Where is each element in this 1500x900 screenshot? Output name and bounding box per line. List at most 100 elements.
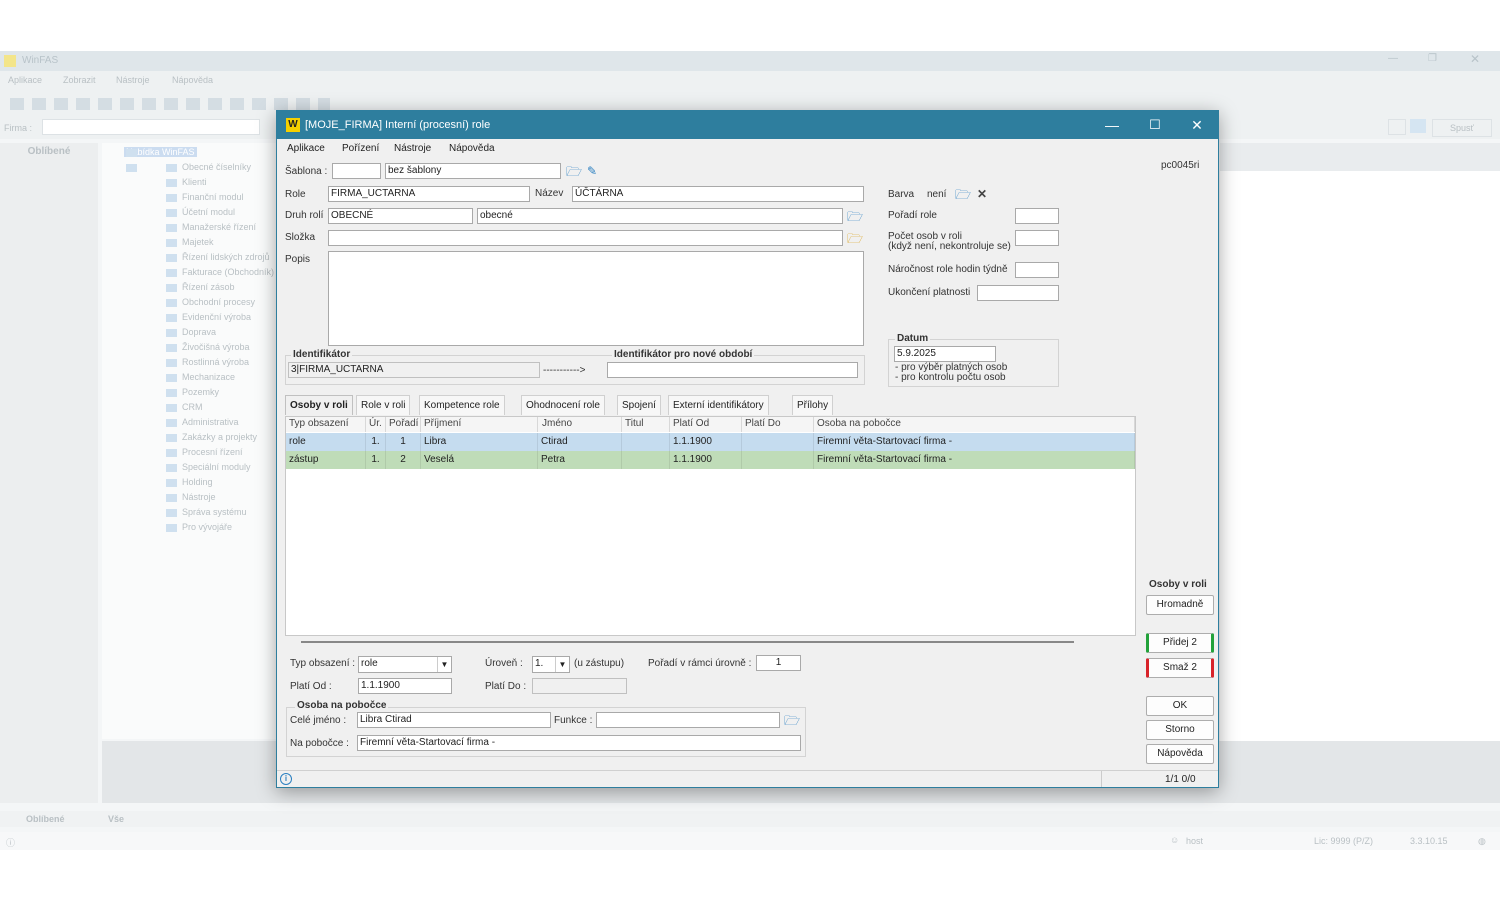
bg-close-icon[interactable]: ✕	[1470, 52, 1480, 66]
bg-tree-item[interactable]: Holding	[142, 475, 277, 490]
bg-restore-icon[interactable]: ❐	[1428, 53, 1437, 64]
menu-napoveda[interactable]: Nápověda	[449, 143, 495, 154]
bg-tree-item[interactable]: Obecné číselníky	[142, 160, 277, 175]
persons-grid[interactable]: Typ obsazení Úr. Pořadí Příjmení Jméno T…	[285, 416, 1136, 636]
bg-tab-favorites[interactable]: Oblíbené	[26, 814, 65, 824]
bg-folder-icon[interactable]	[1410, 119, 1426, 133]
bg-run-button[interactable]: Spusť	[1432, 119, 1492, 137]
bg-tab-all[interactable]: Vše	[108, 814, 124, 824]
bg-firm-input[interactable]	[42, 119, 260, 135]
barva-clear-icon[interactable]: ✕	[977, 187, 987, 201]
typ-obsazeni-select[interactable]: role ▼	[358, 656, 452, 673]
identifikator-new-input[interactable]	[607, 362, 858, 378]
datum-input[interactable]: 5.9.2025	[894, 346, 996, 362]
bg-menu-aplikace[interactable]: Aplikace	[8, 75, 42, 85]
bg-menu-nastroje[interactable]: Nástroje	[116, 75, 150, 85]
tab-kompetence-role[interactable]: Kompetence role	[419, 395, 505, 415]
grid-header-poradi[interactable]: Pořadí	[386, 417, 421, 432]
bg-tree-item[interactable]: Speciální moduly	[142, 460, 277, 475]
druh-code-input[interactable]: OBECNÉ	[328, 208, 473, 224]
grid-header-prijmeni[interactable]: Příjmení	[421, 417, 538, 432]
bg-tree-item[interactable]: Pozemky	[142, 385, 277, 400]
menu-porizeni[interactable]: Pořízení	[342, 143, 379, 154]
grid-header-typ[interactable]: Typ obsazení	[286, 417, 366, 432]
role-input[interactable]: FIRMA_UCTARNA	[328, 186, 530, 202]
bg-menu-zobrazit[interactable]: Zobrazit	[63, 75, 96, 85]
narocnost-input[interactable]	[1015, 262, 1059, 278]
bg-menu-napoveda[interactable]: Nápověda	[172, 75, 213, 85]
bg-tree-item[interactable]: Evidenční výroba	[142, 310, 277, 325]
storno-button[interactable]: Storno	[1146, 720, 1214, 740]
poradi-urovne-input[interactable]: 1	[756, 655, 801, 671]
druh-folder-icon[interactable]: 🗁	[847, 210, 863, 223]
smaz-button[interactable]: Smaž 2	[1146, 658, 1214, 678]
bg-tree-item[interactable]: Živočišná výroba	[142, 340, 277, 355]
bg-tree-item[interactable]: Pro vývojáře	[142, 520, 277, 535]
bg-tree-root[interactable]: Nabídka WinFAS	[102, 145, 277, 160]
minimize-icon[interactable]: —	[1097, 115, 1127, 135]
maximize-icon[interactable]: ☐	[1140, 115, 1170, 135]
funkce-input[interactable]	[596, 712, 780, 728]
bg-tree-item[interactable]: Obchodní procesy	[142, 295, 277, 310]
tab-prilohy[interactable]: Přílohy	[792, 395, 834, 415]
table-row[interactable]: role 1. 1 Libra Ctirad 1.1.1900 Firemní věta-S…	[286, 433, 1135, 451]
bg-tree-item[interactable]: Administrativa	[142, 415, 277, 430]
grid-header-uroven[interactable]: Úr.	[366, 417, 386, 432]
bg-tree-item[interactable]: Klienti	[142, 175, 277, 190]
grid-header-titul[interactable]: Titul	[622, 417, 670, 432]
plati-od-input[interactable]: 1.1.1900	[358, 678, 452, 694]
barva-folder-icon[interactable]: 🗁	[955, 188, 971, 201]
menu-nastroje[interactable]: Nástroje	[394, 143, 431, 154]
funkce-folder-icon[interactable]: 🗁	[784, 714, 800, 727]
grid-header-plati-do[interactable]: Platí Do	[742, 417, 814, 432]
bg-tree-item[interactable]: Účetní modul	[142, 205, 277, 220]
info-icon[interactable]: i	[280, 773, 292, 785]
grid-header-jmeno[interactable]: Jméno	[538, 417, 622, 432]
bg-tree-item[interactable]: Nástroje	[142, 490, 277, 505]
bg-tree-item[interactable]: Majetek	[142, 235, 277, 250]
grid-horizontal-scrollbar[interactable]	[301, 641, 1074, 643]
bg-tree-item[interactable]: Rostlinná výroba	[142, 355, 277, 370]
bg-tree-item[interactable]: Manažerské řízení	[142, 220, 277, 235]
napoveda-button[interactable]: Nápověda	[1146, 744, 1214, 764]
sablona-code-input[interactable]	[332, 163, 381, 179]
bg-tree-item[interactable]: Řízení lidských zdrojů	[142, 250, 277, 265]
bg-tree-item[interactable]: Mechanizace	[142, 370, 277, 385]
sablona-edit-icon[interactable]: ✎	[587, 164, 597, 178]
grid-header-plati-od[interactable]: Platí Od	[670, 417, 742, 432]
popis-textarea[interactable]	[328, 251, 864, 346]
pobocka-input[interactable]: Firemní věta-Startovací firma -	[357, 735, 801, 751]
pridej-button[interactable]: Přidej 2	[1146, 633, 1214, 653]
hromadne-button[interactable]: Hromadně	[1146, 595, 1214, 615]
ok-button[interactable]: OK	[1146, 696, 1214, 716]
pocet-osob-input[interactable]	[1015, 230, 1059, 246]
bg-firm-dropdown-icon[interactable]	[1388, 119, 1406, 135]
ukonceni-input[interactable]	[977, 285, 1059, 301]
cele-jmeno-input[interactable]: Libra Ctirad	[357, 712, 551, 728]
bg-tree-item[interactable]: Fakturace (Obchodník)	[142, 265, 277, 280]
slozka-input[interactable]	[328, 230, 843, 246]
poradi-role-input[interactable]	[1015, 208, 1059, 224]
sablona-folder-icon[interactable]: 🗁	[566, 165, 582, 178]
bg-tree-item[interactable]: Doprava	[142, 325, 277, 340]
bg-tree-item[interactable]: Procesní řízení	[142, 445, 277, 460]
nazev-input[interactable]: ÚČTÁRNA	[572, 186, 864, 202]
slozka-folder-icon[interactable]: 🗁	[847, 232, 863, 245]
tab-spojeni[interactable]: Spojení	[617, 395, 661, 415]
close-icon[interactable]: ✕	[1182, 115, 1212, 135]
menu-aplikace[interactable]: Aplikace	[287, 143, 325, 154]
bg-tree-item[interactable]: Zakázky a projekty	[142, 430, 277, 445]
bg-tree-item[interactable]: Řízení zásob	[142, 280, 277, 295]
tab-externi-identifikatory[interactable]: Externí identifikátory	[668, 395, 769, 415]
tab-ohodnoceni-role[interactable]: Ohodnocení role	[521, 395, 605, 415]
table-row[interactable]: zástup 1. 2 Veselá Petra 1.1.1900 Firemní věta…	[286, 451, 1135, 469]
bg-tree-item[interactable]: Finanční modul	[142, 190, 277, 205]
druh-name-input[interactable]: obecné	[477, 208, 843, 224]
tab-osoby-v-roli[interactable]: Osoby v roli	[285, 395, 353, 415]
uroven-select[interactable]: 1. ▼	[532, 656, 570, 673]
plati-do-input[interactable]	[532, 678, 627, 694]
bg-minimize-icon[interactable]: —	[1388, 53, 1398, 64]
sablona-name-input[interactable]: bez šablony	[385, 163, 561, 179]
tab-role-v-roli[interactable]: Role v roli	[356, 395, 411, 415]
bg-tree-item[interactable]: CRM	[142, 400, 277, 415]
